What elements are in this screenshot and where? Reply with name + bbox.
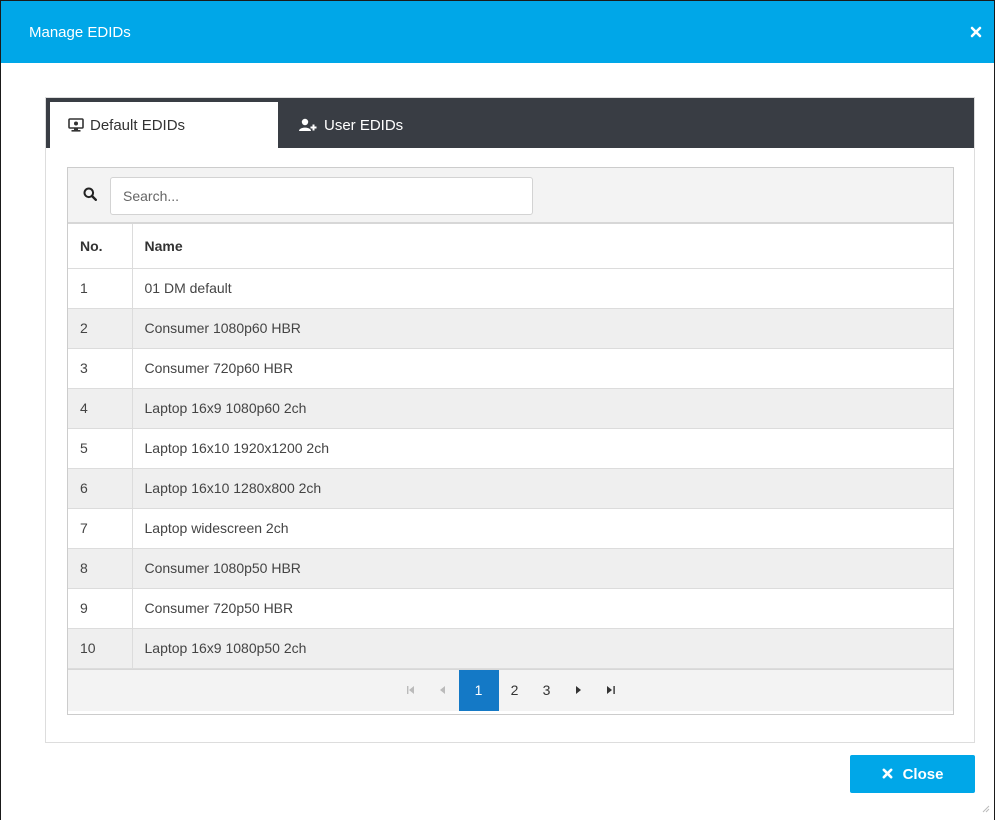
tab-label: User EDIDs: [324, 116, 404, 134]
table-row[interactable]: 2 Consumer 1080p60 HBR: [68, 308, 953, 349]
row-name: Laptop 16x9 1080p50 2ch: [132, 628, 953, 669]
edid-panel: Default EDIDs User EDIDs Search... No. N…: [45, 97, 975, 743]
manage-edids-dialog: Manage EDIDs Default EDIDs User EDIDs Se…: [0, 0, 995, 820]
row-name: Laptop widescreen 2ch: [132, 508, 953, 549]
row-name: Laptop 16x10 1280x800 2ch: [132, 468, 953, 509]
row-number: 2: [68, 308, 133, 349]
table-header-row: No. Name: [68, 224, 953, 269]
edid-table: No. Name 1 01 DM default 2 Consumer 1080p6…: [68, 224, 953, 669]
row-number: 9: [68, 588, 133, 629]
dialog-title: Manage EDIDs: [29, 23, 131, 41]
row-number: 4: [68, 388, 133, 429]
grid-toolbar: [68, 168, 953, 224]
row-name: Consumer 1080p50 HBR: [132, 548, 953, 589]
add-user-icon: [298, 118, 318, 132]
table-row[interactable]: 8 Consumer 1080p50 HBR: [68, 548, 953, 589]
search-input[interactable]: [110, 177, 533, 215]
tab-user-edids[interactable]: User EDIDs: [298, 102, 403, 148]
pagination: 1 2 3: [68, 668, 953, 711]
row-number: 1: [68, 268, 133, 309]
row-name: Laptop 16x9 1080p60 2ch: [132, 388, 953, 429]
row-name: Consumer 1080p60 HBR: [132, 308, 953, 349]
close-button-label: Close: [902, 765, 944, 783]
tab-label: Default EDIDs: [90, 116, 186, 134]
row-number: 5: [68, 428, 133, 469]
row-name: Laptop 16x10 1920x1200 2ch: [132, 428, 953, 469]
edid-grid: No. Name 101 DM default 2Consumer 1080p6…: [67, 167, 954, 715]
column-header-no[interactable]: No.: [68, 224, 133, 269]
table-row[interactable]: 10 Laptop 16x9 1080p50 2ch: [68, 628, 953, 669]
row-number: 6: [68, 468, 133, 509]
table-row[interactable]: 9 Consumer 720p50 HBR: [68, 588, 953, 629]
monitor-icon: [68, 118, 84, 132]
table-row[interactable]: 5 Laptop 16x10 1920x1200 2ch: [68, 428, 953, 469]
dialog-header: Manage EDIDs: [1, 1, 994, 63]
row-name: Consumer 720p60 HBR: [132, 348, 953, 389]
last-page-icon[interactable]: [595, 674, 627, 706]
table-row[interactable]: 1 01 DM default: [68, 268, 953, 309]
table-row[interactable]: 3 Consumer 720p60 HBR: [68, 348, 953, 389]
row-number: 8: [68, 548, 133, 589]
table-row[interactable]: 4 Laptop 16x9 1080p60 2ch: [68, 388, 953, 429]
tab-default-edids[interactable]: Default EDIDs: [50, 102, 278, 148]
next-page-icon[interactable]: [563, 674, 595, 706]
table-row[interactable]: 6 Laptop 16x10 1280x800 2ch: [68, 468, 953, 509]
row-number: 3: [68, 348, 133, 389]
column-header-name[interactable]: Name: [132, 224, 953, 269]
prev-page-icon[interactable]: [427, 674, 459, 706]
resize-grip-icon[interactable]: [982, 800, 990, 818]
tab-bar: Default EDIDs User EDIDs: [46, 98, 974, 148]
close-icon[interactable]: [970, 25, 984, 39]
row-name: Consumer 720p50 HBR: [132, 588, 953, 629]
row-number: 10: [68, 628, 133, 669]
row-name: 01 DM default: [132, 268, 953, 309]
search-icon: [83, 187, 97, 206]
close-icon: [882, 766, 893, 783]
page-button-2[interactable]: 2: [499, 674, 531, 706]
table-row[interactable]: 7 Laptop widescreen 2ch: [68, 508, 953, 549]
page-button-3[interactable]: 3: [531, 674, 563, 706]
page-button-1[interactable]: 1: [458, 669, 499, 711]
row-number: 7: [68, 508, 133, 549]
close-button[interactable]: Close: [850, 755, 975, 793]
first-page-icon[interactable]: [395, 674, 427, 706]
